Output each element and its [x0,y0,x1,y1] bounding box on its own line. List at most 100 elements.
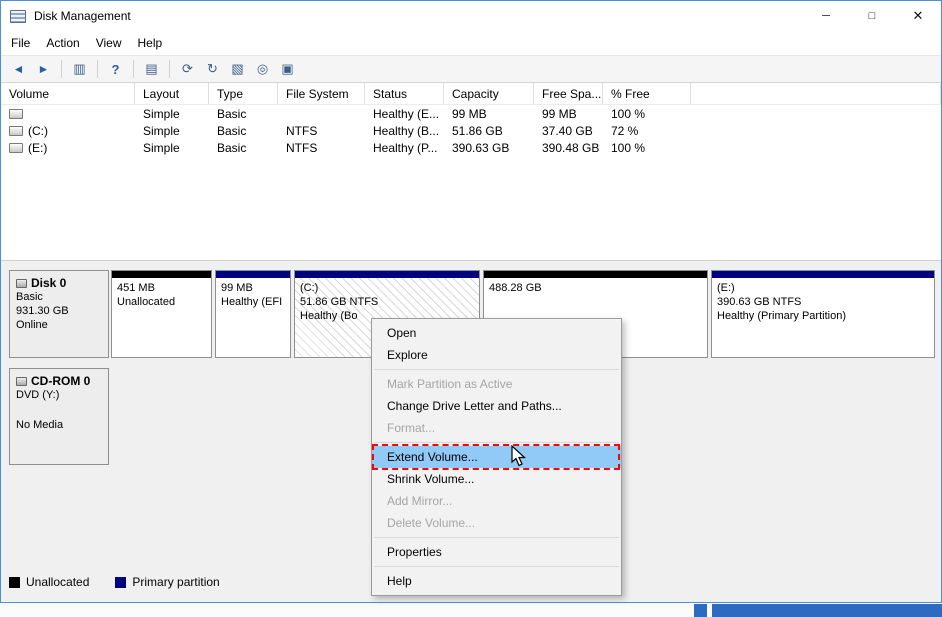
close-button[interactable]: ✕ [895,1,941,31]
refresh-icon[interactable]: ⟳ [176,58,199,80]
cell-free-space: 390.48 GB [534,141,603,155]
back-icon[interactable]: ◄ [7,58,30,80]
view-icon[interactable]: ◎ [251,58,274,80]
window-title: Disk Management [34,9,131,23]
title-bar: Disk Management ─ □ ✕ [1,1,941,31]
cell-layout: Simple [135,124,209,138]
volume-list-header: Volume Layout Type File System Status Ca… [1,83,941,105]
disk-icon [16,279,27,288]
partition-e[interactable]: (E:) 390.63 GB NTFS Healthy (Primary Par… [711,270,935,358]
open-icon[interactable]: ▧ [226,58,249,80]
toolbar: ◄ ► ▥ ? ▤ ⟳ ↻ ▧ ◎ ▣ [1,55,941,83]
primary-partition-swatch [115,577,126,588]
menu-separator [374,566,619,567]
disk-management-icon [10,10,26,23]
menu-action[interactable]: Action [38,33,87,53]
menu-separator [374,537,619,538]
minimize-button[interactable]: ─ [803,1,849,31]
partition-unallocated-451mb[interactable]: 451 MB Unallocated [111,270,212,358]
partition-efi[interactable]: 99 MB Healthy (EFI [215,270,291,358]
partition-size: 488.28 GB [489,281,702,295]
column-header-pct-free[interactable]: % Free [603,83,691,104]
cell-status: Healthy (B... [365,124,444,138]
disk-type: Basic [16,290,102,304]
toolbar-separator [169,60,170,78]
partition-size: 390.63 GB NTFS [717,295,929,309]
toolbar-separator [61,60,62,78]
menu-file[interactable]: File [3,33,38,53]
taskbar-fragment [712,604,942,617]
disk-status: Online [16,318,102,332]
menu-separator [374,369,619,370]
volume-icon [9,143,23,153]
context-menu-item-properties[interactable]: Properties [372,541,621,563]
menu-view[interactable]: View [88,33,130,53]
partition-label: (E:) [717,281,929,295]
column-header-status[interactable]: Status [365,83,444,104]
column-header-volume[interactable]: Volume [1,83,135,104]
toolbar-separator [133,60,134,78]
rescan-disks-icon[interactable]: ↻ [201,58,224,80]
context-menu-item-explore[interactable]: Explore [372,344,621,366]
cell-free-space: 99 MB [534,107,603,121]
cdrom-0-header[interactable]: CD-ROM 0 DVD (Y:) No Media [9,368,109,465]
partition-color-bar [484,271,707,278]
cell-layout: Simple [135,107,209,121]
disk-management-window: Disk Management ─ □ ✕ File Action View H… [0,0,942,603]
table-row[interactable]: Simple Basic Healthy (E... 99 MB 99 MB 1… [1,105,941,122]
table-row[interactable]: (E:) Simple Basic NTFS Healthy (P... 390… [1,139,941,156]
disk-0-header[interactable]: Disk 0 Basic 931.30 GB Online [9,270,109,358]
cell-pct-free: 72 % [603,124,691,138]
cell-capacity: 99 MB [444,107,534,121]
console-tree-icon[interactable]: ▥ [68,58,91,80]
taskbar-fragment [694,604,707,617]
desktop-strip [0,603,942,617]
unallocated-swatch [9,577,20,588]
legend-label: Primary partition [132,575,219,589]
toolbar-separator [97,60,98,78]
cell-file-system: NTFS [278,141,365,155]
window-controls: ─ □ ✕ [803,1,941,31]
cell-type: Basic [209,141,278,155]
volume-icon [9,126,23,136]
forward-icon[interactable]: ► [32,58,55,80]
cell-type: Basic [209,124,278,138]
cell-pct-free: 100 % [603,141,691,155]
partition-size: 51.86 GB NTFS [300,295,474,309]
column-header-blank [691,83,941,104]
context-menu-item-open[interactable]: Open [372,322,621,344]
menu-help[interactable]: Help [130,33,171,53]
partition-status: Unallocated [117,295,206,309]
table-row[interactable]: (C:) Simple Basic NTFS Healthy (B... 51.… [1,122,941,139]
action-pane-icon[interactable]: ▤ [140,58,163,80]
context-menu-item-help[interactable]: Help [372,570,621,592]
partition-color-bar [712,271,934,278]
context-menu-item-extend-volume[interactable]: Extend Volume... [372,446,621,468]
properties-icon[interactable]: ▣ [276,58,299,80]
column-header-type[interactable]: Type [209,83,278,104]
column-header-layout[interactable]: Layout [135,83,209,104]
cdrom-name: CD-ROM 0 [31,374,90,388]
cell-file-system: NTFS [278,124,365,138]
cell-type: Basic [209,107,278,121]
volume-name: (E:) [28,141,47,155]
maximize-button[interactable]: □ [849,1,895,31]
context-menu-item-format: Format... [372,417,621,439]
column-header-free-space[interactable]: Free Spa... [534,83,603,104]
context-menu-item-mark-partition-as-active: Mark Partition as Active [372,373,621,395]
menu-item-label: Extend Volume... [387,450,478,464]
cell-free-space: 37.40 GB [534,124,603,138]
context-menu-item-shrink-volume[interactable]: Shrink Volume... [372,468,621,490]
legend-primary-partition: Primary partition [115,575,219,589]
column-header-capacity[interactable]: Capacity [444,83,534,104]
context-menu-item-change-drive-letter[interactable]: Change Drive Letter and Paths... [372,395,621,417]
cell-capacity: 390.63 GB [444,141,534,155]
volume-list: Volume Layout Type File System Status Ca… [1,83,941,261]
cell-layout: Simple [135,141,209,155]
screen: Disk Management ─ □ ✕ File Action View H… [0,0,942,617]
cdrom-icon [16,377,27,386]
column-header-file-system[interactable]: File System [278,83,365,104]
help-icon[interactable]: ? [104,58,127,80]
partition-size: 99 MB [221,281,285,295]
partition-status: Healthy (EFI [221,295,285,309]
